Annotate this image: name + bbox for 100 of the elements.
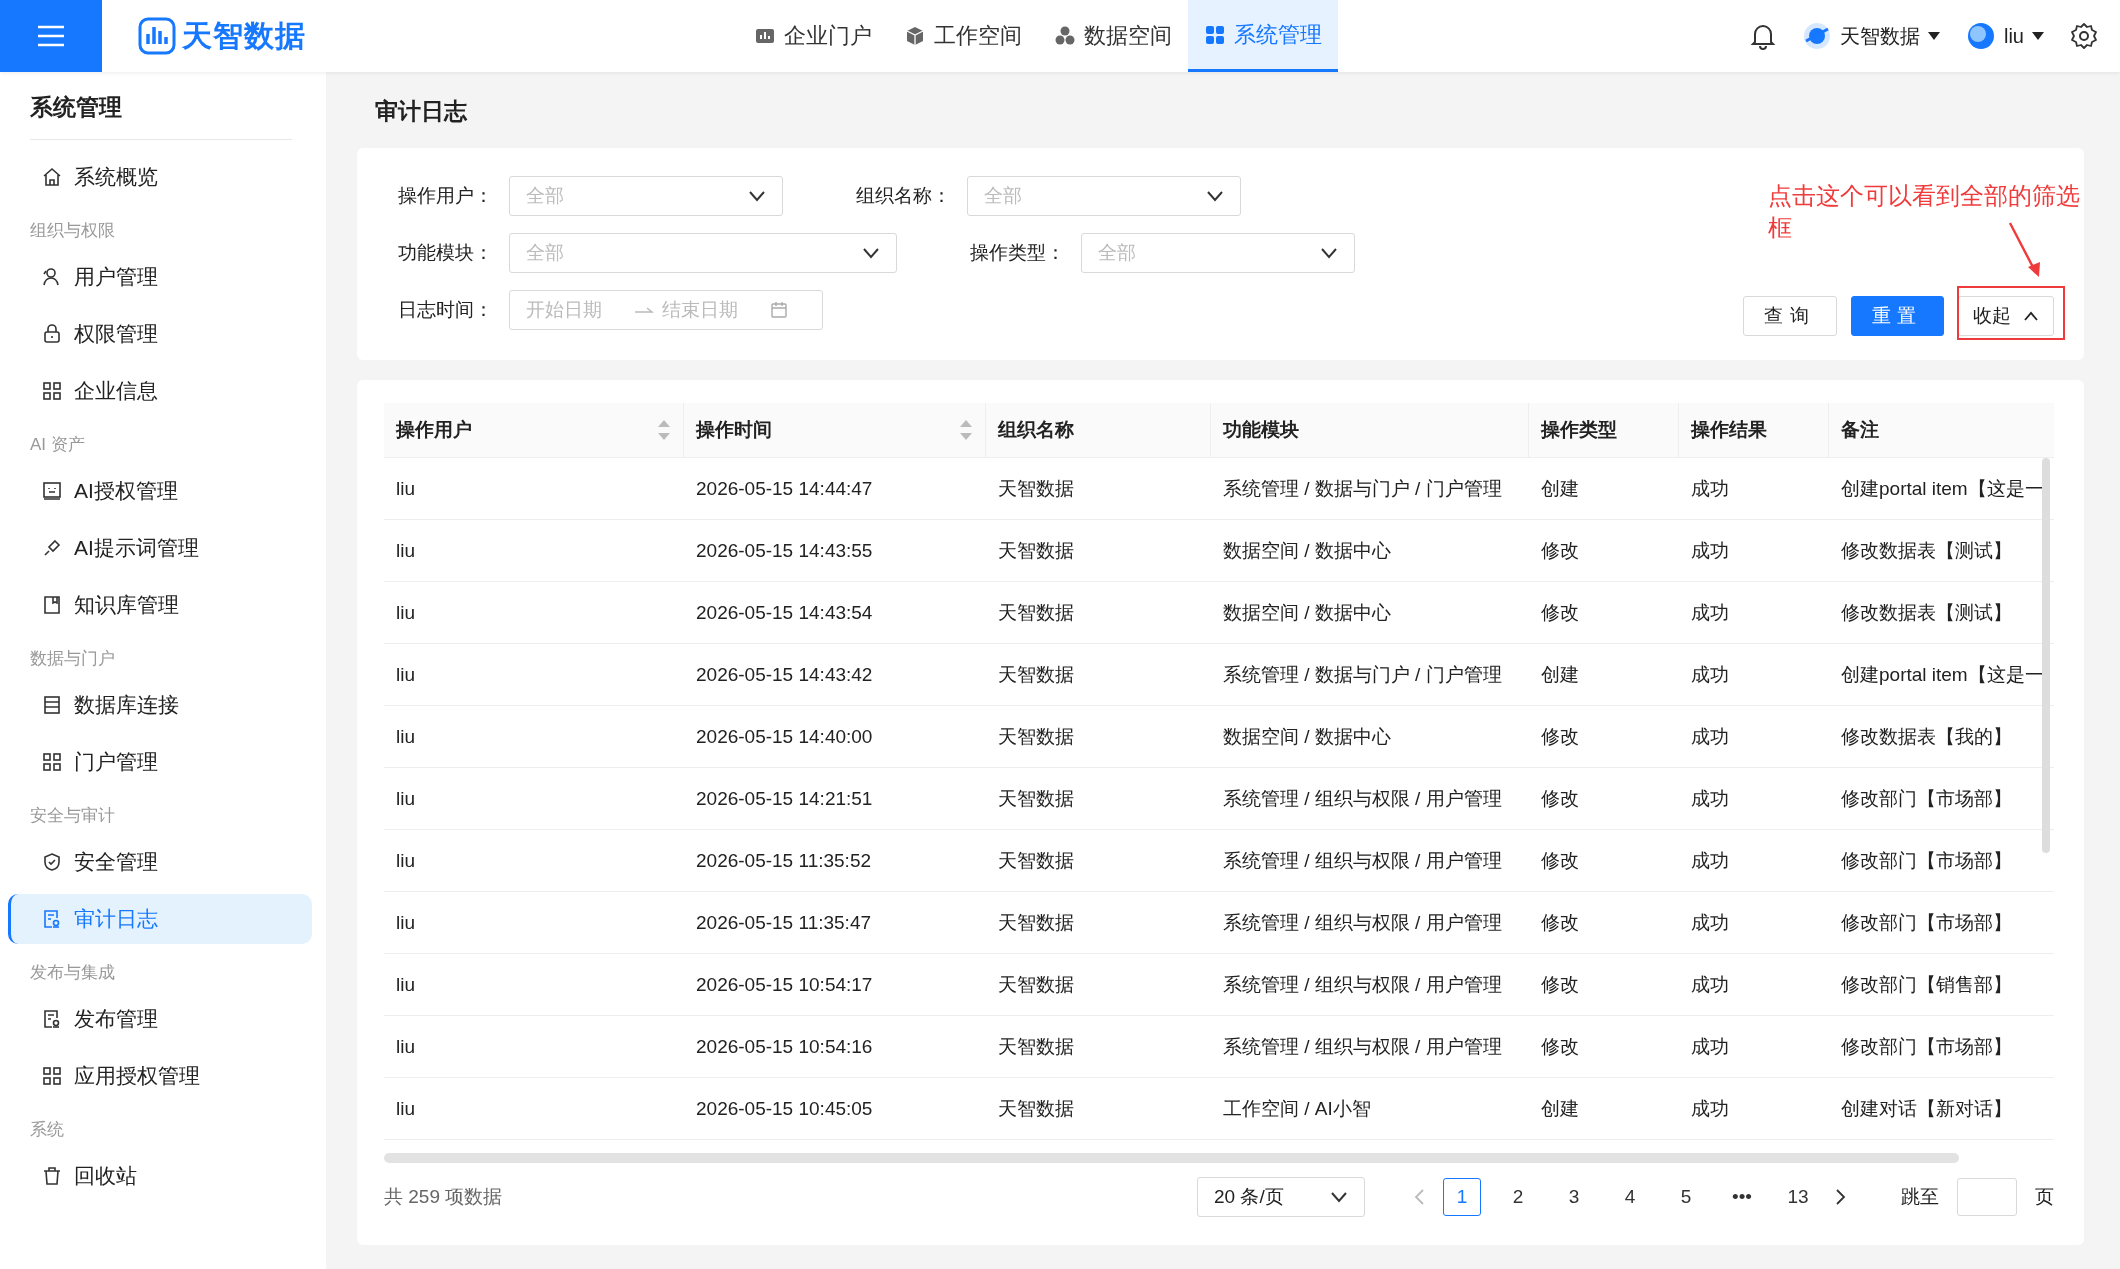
next-page-icon[interactable] bbox=[1835, 1188, 1847, 1206]
table-cell-text: 修改部门【销售部】 bbox=[1840, 972, 2013, 997]
sidebar-item[interactable]: 门户管理 bbox=[8, 737, 312, 787]
shield-icon bbox=[42, 852, 62, 872]
table-cell-text: liu bbox=[395, 1096, 416, 1121]
menu-button[interactable] bbox=[0, 0, 102, 72]
logo-icon bbox=[138, 17, 176, 55]
logo-text: 天智数据 bbox=[182, 17, 306, 54]
scrollbar[interactable] bbox=[2042, 458, 2050, 853]
table-cell-text: 2026-05-15 14:43:55 bbox=[695, 538, 874, 563]
sidebar-item[interactable]: 应用授权管理 bbox=[8, 1051, 312, 1101]
sidebar-item[interactable]: 安全管理 bbox=[8, 837, 312, 887]
annotation-arrow bbox=[2008, 221, 2042, 279]
nav-tab[interactable]: 企业门户 bbox=[738, 0, 888, 72]
query-button[interactable]: 查询 bbox=[1743, 296, 1837, 336]
page-link[interactable]: ••• bbox=[1723, 1178, 1761, 1216]
collapse-button[interactable]: 收起 bbox=[1958, 296, 2054, 336]
robot-icon bbox=[42, 481, 62, 501]
total-count: 共 259 项数据 bbox=[384, 1185, 503, 1209]
table-cell-text: liu bbox=[395, 972, 416, 997]
sort-icon[interactable] bbox=[657, 418, 671, 442]
lock-icon bbox=[42, 324, 62, 344]
sidebar-item[interactable]: 系统概览 bbox=[8, 152, 312, 202]
chevron-down-icon bbox=[862, 247, 880, 259]
sidebar-item[interactable]: 企业信息 bbox=[8, 366, 312, 416]
page-link[interactable]: 13 bbox=[1779, 1178, 1817, 1216]
table-cell-text: 修改数据表【测试】 bbox=[1840, 538, 2013, 563]
table-cell-text: 天智数据 bbox=[997, 848, 1075, 873]
grid-icon bbox=[42, 381, 62, 401]
page-link[interactable]: 5 bbox=[1667, 1178, 1705, 1216]
previous-page-icon[interactable] bbox=[1413, 1188, 1425, 1206]
reset-button[interactable]: 重置 bbox=[1850, 296, 1944, 336]
org-switcher[interactable]: 天智数据 bbox=[1802, 21, 1940, 51]
table-cell-text: 修改部门【市场部】 bbox=[1840, 1034, 2013, 1059]
chevron-down-icon bbox=[1330, 1191, 1348, 1203]
table-cell-text: 2026-05-15 10:54:16 bbox=[695, 1034, 874, 1059]
pen-icon bbox=[42, 538, 62, 558]
column-header: 操作时间 bbox=[684, 403, 986, 457]
filter-label: 操作类型： bbox=[969, 241, 1065, 265]
table-cell-text: 修改 bbox=[1540, 538, 1580, 563]
table-cell-text: 天智数据 bbox=[997, 972, 1075, 997]
sidebar-item[interactable]: 权限管理 bbox=[8, 309, 312, 359]
table-cell-text: liu bbox=[395, 786, 416, 811]
nav-tab[interactable]: 系统管理 bbox=[1188, 0, 1338, 72]
settings-icon[interactable] bbox=[2070, 22, 2098, 50]
sidebar-item[interactable]: 回收站 bbox=[8, 1151, 312, 1201]
sidebar-heading: 安全与审计 bbox=[29, 805, 116, 827]
sidebar-item[interactable]: AI授权管理 bbox=[8, 466, 312, 516]
filter-label: 日志时间： bbox=[397, 298, 493, 322]
table-cell-text: liu bbox=[395, 662, 416, 687]
table-cell-text: 成功 bbox=[1690, 538, 1730, 563]
user-icon bbox=[42, 267, 62, 287]
trash-icon bbox=[42, 1166, 62, 1186]
column-header: 操作类型 bbox=[1529, 403, 1679, 457]
table-cell-text: 系统管理 / 组织与权限 / 用户管理 bbox=[1222, 910, 1503, 935]
document-icon bbox=[42, 1009, 62, 1029]
database-icon bbox=[42, 695, 62, 715]
table-cell-text: 2026-05-15 14:40:00 bbox=[695, 724, 874, 749]
filter-label: 操作用户： bbox=[397, 184, 493, 208]
avatar-icon bbox=[1966, 21, 1996, 51]
sidebar-item[interactable]: 用户管理 bbox=[8, 252, 312, 302]
sidebar-heading: 组织与权限 bbox=[29, 220, 116, 242]
table-cell-text: 成功 bbox=[1690, 724, 1730, 749]
table-cell-text: liu bbox=[395, 600, 416, 625]
user-menu[interactable]: liu bbox=[1966, 21, 2044, 51]
column-header: 操作结果 bbox=[1679, 403, 1829, 457]
page-jump-field[interactable] bbox=[1957, 1178, 2017, 1216]
nav-tab[interactable]: 数据空间 bbox=[1038, 0, 1188, 72]
table-cell-text: 修改部门【市场部】 bbox=[1840, 848, 2013, 873]
page-size-select[interactable]: 20 条/页 bbox=[1197, 1177, 1365, 1217]
table-cell-text: 数据空间 / 数据中心 bbox=[1222, 538, 1392, 563]
column-header: 备注 bbox=[1840, 418, 1880, 442]
sidebar-heading: 发布与集成 bbox=[29, 962, 116, 984]
sidebar-item[interactable]: 审计日志 bbox=[8, 894, 312, 944]
notification-icon[interactable] bbox=[1750, 22, 1776, 50]
cubes-icon bbox=[1054, 25, 1076, 47]
page-link[interactable]: 2 bbox=[1499, 1178, 1537, 1216]
scrollbar[interactable] bbox=[384, 1153, 1959, 1163]
table-cell-text: 系统管理 / 组织与权限 / 用户管理 bbox=[1222, 848, 1503, 873]
table-cell-text: 修改 bbox=[1540, 600, 1580, 625]
table-cell-text: 修改部门【市场部】 bbox=[1840, 786, 2013, 811]
page-link[interactable]: 4 bbox=[1611, 1178, 1649, 1216]
table-cell-text: 系统管理 / 组织与权限 / 用户管理 bbox=[1222, 786, 1503, 811]
sidebar-item[interactable]: AI提示词管理 bbox=[8, 523, 312, 573]
table-cell-text: liu bbox=[395, 910, 416, 935]
filter-label: 组织名称： bbox=[855, 184, 951, 208]
page-unit: 页 bbox=[2035, 1185, 2054, 1209]
sidebar-item[interactable]: 知识库管理 bbox=[8, 580, 312, 630]
home-icon bbox=[42, 167, 62, 187]
sidebar-item[interactable]: 数据库连接 bbox=[8, 680, 312, 730]
annotation-text: 点击这个可以看到全部的筛选框 bbox=[1768, 181, 2081, 243]
nav-tab[interactable]: 工作空间 bbox=[888, 0, 1038, 72]
column-header: 功能模块 bbox=[1211, 403, 1529, 457]
sidebar-item[interactable]: 发布管理 bbox=[8, 994, 312, 1044]
page-link[interactable]: 1 bbox=[1443, 1178, 1481, 1216]
table-cell-text: 成功 bbox=[1690, 786, 1730, 811]
page-link[interactable]: 3 bbox=[1555, 1178, 1593, 1216]
table-cell-text: 天智数据 bbox=[997, 910, 1075, 935]
sort-icon[interactable] bbox=[959, 418, 973, 442]
table-cell-text: 2026-05-15 14:21:51 bbox=[695, 786, 874, 811]
